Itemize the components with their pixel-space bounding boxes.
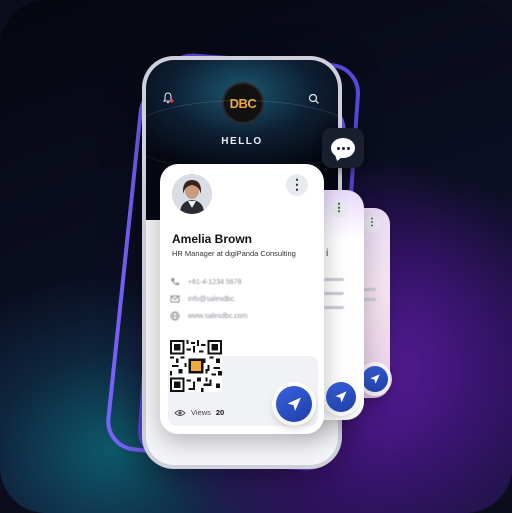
more-options-icon[interactable]: ⋮ xyxy=(286,174,308,196)
send-icon xyxy=(287,397,301,411)
send-icon xyxy=(335,391,347,403)
chat-icon xyxy=(331,138,355,158)
share-button[interactable] xyxy=(276,386,312,422)
profile-name: Amelia Brown xyxy=(172,232,253,246)
more-options-icon[interactable]: ⋮ xyxy=(364,216,380,232)
brand-logo: DBC xyxy=(224,84,262,122)
blurred-line xyxy=(362,288,376,291)
send-icon xyxy=(370,374,380,384)
profile-photo xyxy=(172,174,212,214)
mail-icon xyxy=(170,295,180,303)
share-button-3[interactable] xyxy=(362,366,388,392)
email-address: info@salesdbc. xyxy=(188,295,236,303)
greeting-text: HELLO xyxy=(221,136,263,147)
blurred-line xyxy=(362,298,376,301)
share-button-2[interactable] xyxy=(326,382,356,412)
blurred-line xyxy=(324,278,344,281)
views-counter: Views 20 xyxy=(174,408,224,417)
bell-icon[interactable] xyxy=(162,92,174,104)
globe-icon xyxy=(170,311,180,321)
phone-number: +61-4-1234 5678 xyxy=(188,278,242,286)
avatar xyxy=(172,174,212,214)
website-row[interactable]: www.salesdbc.com xyxy=(170,311,248,321)
card-2-initial: i xyxy=(326,248,329,259)
profile-role: HR Manager at digiPanda Consulting xyxy=(172,249,296,258)
phone-icon xyxy=(171,278,179,286)
search-icon[interactable] xyxy=(308,93,320,105)
app-icon-tile: DBC HELLO ⋮ i ⋮ i xyxy=(0,0,512,513)
views-count: 20 xyxy=(215,408,225,417)
qr-code[interactable] xyxy=(170,340,222,392)
website-url: www.salesdbc.com xyxy=(188,312,248,320)
phone-row[interactable]: +61-4-1234 5678 xyxy=(170,277,242,287)
more-options-icon[interactable]: ⋮ xyxy=(330,200,348,218)
eye-icon xyxy=(174,409,186,416)
blurred-line xyxy=(324,306,344,309)
blurred-line xyxy=(324,292,344,295)
views-label: Views xyxy=(191,408,211,417)
chat-button[interactable] xyxy=(322,128,364,168)
email-row[interactable]: info@salesdbc. xyxy=(170,294,236,304)
